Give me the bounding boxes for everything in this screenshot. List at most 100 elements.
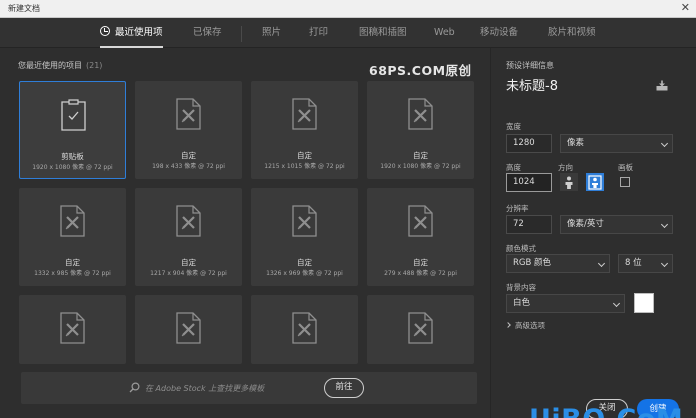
color-mode-label: 颜色模式 (506, 244, 536, 253)
advanced-options-label: 高级选项 (515, 321, 545, 330)
tab-mobile[interactable]: 移动设备 (480, 18, 518, 48)
height-input[interactable]: 1024 (506, 173, 552, 192)
recent-item-name: 自定 (65, 258, 80, 267)
recent-item-size: 198 x 433 像素 @ 72 ppi (152, 163, 225, 170)
color-mode-value: RGB 颜色 (513, 258, 552, 268)
watermark-text: 68PS.COM原创 (369, 63, 472, 78)
artboard-checkbox[interactable] (620, 177, 630, 187)
preset-name-field[interactable]: 未标题-8 (506, 75, 558, 94)
recent-item-name: 自定 (413, 151, 428, 160)
tab-label: 已保存 (193, 27, 222, 38)
save-preset-icon[interactable] (656, 80, 668, 91)
recent-item-card[interactable]: 自定 279 x 488 像素 @ 72 ppi (367, 188, 474, 286)
recent-item-name: 自定 (297, 258, 312, 267)
recent-item-card[interactable]: 剪贴板 1920 x 1080 像素 @ 72 ppi (19, 81, 126, 179)
stock-search-input[interactable]: 在 Adobe Stock 上查找更多模板 (145, 383, 264, 394)
resolution-unit-select[interactable]: 像素/英寸 (560, 215, 673, 234)
clipboard-icon (61, 99, 86, 131)
recent-item-card[interactable] (367, 295, 474, 364)
background-label: 背景内容 (506, 283, 536, 292)
color-mode-select[interactable]: RGB 颜色 (506, 254, 610, 273)
go-button[interactable]: 前往 (324, 378, 364, 398)
background-value: 白色 (513, 298, 531, 308)
orientation-label: 方向 (558, 163, 573, 172)
recent-item-card[interactable] (251, 295, 358, 364)
advanced-options-toggle[interactable]: 高级选项 (505, 320, 545, 331)
brand-watermark: UiBQ.CoM (529, 404, 683, 418)
background-select[interactable]: 白色 (506, 294, 625, 313)
brand-text-left: UiBQ (529, 404, 606, 418)
brand-dot: . (606, 404, 617, 418)
artboard-label: 画板 (618, 163, 633, 172)
brand-text-right: CoM (616, 404, 683, 418)
width-unit-value: 像素 (567, 138, 585, 148)
custom-doc-icon (408, 205, 433, 237)
orientation-landscape-icon[interactable] (560, 173, 578, 191)
custom-doc-icon (292, 205, 317, 237)
recent-item-card[interactable]: 自定 1920 x 1080 像素 @ 72 ppi (367, 81, 474, 179)
recent-item-size: 1217 x 904 像素 @ 72 ppi (150, 270, 227, 277)
recent-item-card[interactable]: 自定 1217 x 904 像素 @ 72 ppi (135, 188, 242, 286)
recent-item-name: 自定 (181, 258, 196, 267)
custom-doc-icon (60, 312, 85, 344)
recent-item-card[interactable]: 自定 1332 x 985 像素 @ 72 ppi (19, 188, 126, 286)
recent-item-card[interactable] (19, 295, 126, 364)
recent-section-title: 您最近使用的项目 (21) (18, 60, 102, 71)
recent-item-size: 1332 x 985 像素 @ 72 ppi (34, 270, 111, 277)
tab-label: 移动设备 (480, 27, 519, 38)
chevron-down-icon (597, 259, 606, 268)
tab-label: 打印 (309, 27, 329, 38)
custom-doc-icon (176, 312, 201, 344)
preset-details-panel: 预设详细信息 未标题-8 宽度 1280 像素 高度 方向 画板 1024 分辨… (498, 48, 696, 418)
tab-print[interactable]: 打印 (309, 18, 328, 48)
category-tabs: 最近使用项 已保存 照片 打印 图稿和插图 Web 移动设备 胶片和视频 (0, 18, 696, 48)
tab-label: 最近使用项 (115, 27, 163, 38)
chevron-right-icon (505, 322, 511, 328)
custom-doc-icon (408, 312, 433, 344)
bit-depth-value: 8 位 (625, 258, 642, 268)
custom-doc-icon (60, 205, 85, 237)
recent-item-name: 剪贴板 (61, 152, 84, 161)
title-bar: 新建文档 ✕ (0, 0, 696, 18)
width-label: 宽度 (506, 122, 521, 131)
recent-title-text: 您最近使用的项目 (18, 61, 82, 70)
orientation-portrait-icon[interactable] (586, 173, 604, 191)
panel-divider (490, 48, 491, 418)
recent-item-card[interactable]: 自定 198 x 433 像素 @ 72 ppi (135, 81, 242, 179)
tab-art-illustration[interactable]: 图稿和插图 (359, 18, 407, 48)
resolution-input[interactable]: 72 (506, 215, 552, 234)
search-icon (129, 382, 140, 393)
custom-doc-icon (292, 312, 317, 344)
chevron-down-icon (660, 220, 669, 229)
new-document-dialog: 最近使用项 已保存 照片 打印 图稿和插图 Web 移动设备 胶片和视频 您最近… (0, 18, 696, 418)
background-color-swatch[interactable] (634, 293, 654, 313)
tab-saved[interactable]: 已保存 (193, 18, 222, 48)
clock-icon (100, 26, 110, 36)
custom-doc-icon (408, 98, 433, 130)
close-window-icon[interactable]: ✕ (681, 1, 690, 15)
width-input[interactable]: 1280 (506, 134, 552, 153)
recent-panel: 您最近使用的项目 (21) 68PS.COM原创 剪贴板 1920 x 1080 像… (8, 54, 488, 404)
tab-label: 照片 (262, 27, 282, 38)
recent-item-card[interactable]: 自定 1326 x 969 像素 @ 72 ppi (251, 188, 358, 286)
recent-item-size: 279 x 488 像素 @ 72 ppi (384, 270, 457, 277)
width-unit-select[interactable]: 像素 (560, 134, 673, 153)
tab-film-video[interactable]: 胶片和视频 (548, 18, 596, 48)
chevron-down-icon (660, 259, 669, 268)
chevron-down-icon (660, 139, 669, 148)
bit-depth-select[interactable]: 8 位 (618, 254, 673, 273)
tab-web[interactable]: Web (434, 18, 455, 48)
resolution-unit-value: 像素/英寸 (567, 219, 604, 229)
details-header: 预设详细信息 (506, 61, 554, 70)
tab-label: 图稿和插图 (359, 27, 407, 38)
recent-count: (21) (86, 61, 103, 70)
custom-doc-icon (292, 98, 317, 130)
recent-item-card[interactable] (135, 295, 242, 364)
tab-recent[interactable]: 最近使用项 (100, 18, 163, 48)
tab-photo[interactable]: 照片 (262, 18, 281, 48)
recent-item-size: 1920 x 1080 像素 @ 72 ppi (32, 164, 113, 171)
custom-doc-icon (176, 205, 201, 237)
recent-item-card[interactable]: 自定 1215 x 1015 像素 @ 72 ppi (251, 81, 358, 179)
recent-item-name: 自定 (181, 151, 196, 160)
window-title: 新建文档 (8, 4, 40, 13)
